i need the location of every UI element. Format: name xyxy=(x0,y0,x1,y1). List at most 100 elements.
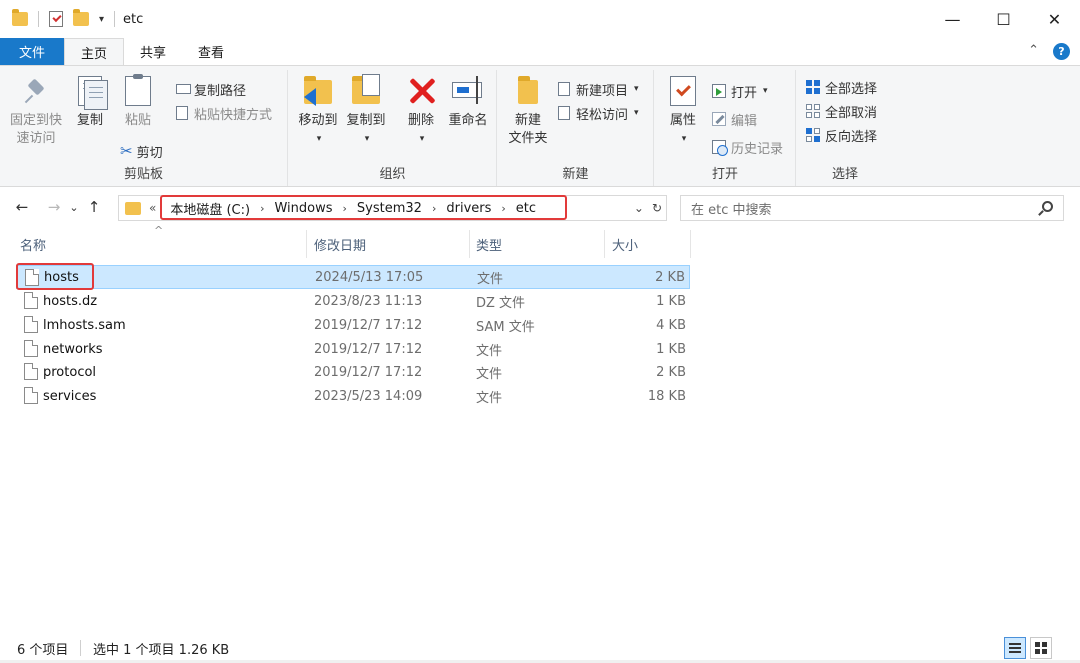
copy-path-icon xyxy=(174,81,191,97)
paste-button[interactable]: 粘贴 xyxy=(118,74,158,130)
file-row[interactable]: services 2023/5/23 14:09 文件 18 KB xyxy=(16,384,690,408)
back-arrow-icon[interactable]: ← xyxy=(10,198,34,216)
file-icon xyxy=(24,363,38,380)
scissors-icon: ✂ xyxy=(120,142,133,160)
copy-path-button[interactable]: 复制路径 xyxy=(174,78,246,100)
clipboard-group: 固定到快 速访问 复制 粘贴 复制路径 粘贴快捷方式 ✂ 剪切 剪贴板 xyxy=(0,70,288,186)
customize-qat-dropdown-icon[interactable]: ▾ xyxy=(99,14,104,25)
search-input[interactable]: 在 etc 中搜索 xyxy=(680,195,1064,221)
new-item-button[interactable]: 新建项目 ▾ xyxy=(556,78,639,100)
history-icon xyxy=(711,139,728,156)
window-title: etc xyxy=(123,11,144,27)
cut-button[interactable]: ✂ 剪切 xyxy=(120,140,163,162)
invert-selection-button[interactable]: 反向选择 xyxy=(805,124,877,146)
paste-shortcut-button[interactable]: 粘贴快捷方式 xyxy=(174,102,272,124)
maximize-button[interactable]: ☐ xyxy=(978,0,1029,38)
file-icon xyxy=(24,340,38,357)
address-overflow[interactable]: « xyxy=(149,201,156,215)
edit-button[interactable]: 编辑 xyxy=(711,108,757,130)
invert-selection-icon xyxy=(805,127,821,143)
file-row[interactable]: protocol 2019/12/7 17:12 文件 2 KB xyxy=(16,360,690,384)
address-history-chevron-icon[interactable]: ⌄ xyxy=(634,201,644,215)
rename-button[interactable]: 重命名 xyxy=(445,74,491,130)
file-row[interactable]: lmhosts.sam 2019/12/7 17:12 SAM 文件 4 KB xyxy=(16,313,690,337)
tab-home[interactable]: 主页 xyxy=(64,38,125,65)
select-all-icon xyxy=(805,79,821,95)
easy-access-button[interactable]: 轻松访问 ▾ xyxy=(556,102,639,124)
file-size: 2 KB xyxy=(656,364,686,380)
move-to-button[interactable]: 移动到 ▾ xyxy=(295,74,341,148)
file-row[interactable]: networks 2019/12/7 17:12 文件 1 KB xyxy=(16,337,690,361)
edit-label: 编辑 xyxy=(731,113,758,129)
file-name: lmhosts.sam xyxy=(43,317,126,333)
select-all-button[interactable]: 全部选择 xyxy=(805,76,877,98)
file-size: 18 KB xyxy=(647,388,686,404)
open-button[interactable]: 打开 ▾ xyxy=(711,80,768,102)
history-button[interactable]: 历史记录 xyxy=(711,136,783,158)
properties-icon[interactable] xyxy=(49,11,63,27)
file-icon xyxy=(24,316,38,333)
file-modified: 2019/12/7 17:12 xyxy=(314,341,423,357)
collapse-ribbon-icon[interactable]: ⌃ xyxy=(1028,43,1039,60)
copy-icon xyxy=(74,74,108,110)
tab-share[interactable]: 共享 xyxy=(124,38,182,65)
details-view-icon[interactable] xyxy=(1004,637,1026,659)
file-modified: 2024/5/13 17:05 xyxy=(315,269,424,285)
column-header-modified[interactable]: 修改日期 xyxy=(314,230,366,258)
new-folder-label-line2: 文件夹 xyxy=(508,131,548,146)
chevron-down-icon: ▾ xyxy=(419,134,425,144)
hosts-highlight-box xyxy=(16,263,94,290)
file-name: services xyxy=(43,388,97,404)
forward-arrow-icon[interactable]: → xyxy=(42,198,66,216)
copy-to-button[interactable]: 复制到 ▾ xyxy=(343,74,389,148)
new-item-icon xyxy=(556,81,572,97)
chevron-down-icon: ▾ xyxy=(316,134,322,144)
file-row[interactable]: hosts.dz 2023/8/23 11:13 DZ 文件 1 KB xyxy=(16,289,690,313)
file-name: hosts.dz xyxy=(43,293,98,309)
open-group-label: 打开 xyxy=(711,167,738,182)
column-header-size[interactable]: 大小 xyxy=(612,230,638,258)
copy-label: 复制 xyxy=(76,113,103,128)
close-button[interactable]: ✕ xyxy=(1029,0,1080,38)
up-arrow-icon[interactable]: ↑ xyxy=(82,198,106,216)
file-type: 文件 xyxy=(477,271,504,287)
chevron-down-icon: ▾ xyxy=(634,108,639,118)
file-row[interactable]: hosts 2024/5/13 17:05 文件 2 KB xyxy=(16,265,690,289)
select-none-icon xyxy=(805,103,821,119)
rename-icon xyxy=(452,74,484,108)
column-divider[interactable] xyxy=(469,230,470,258)
sort-ascending-icon: ^ xyxy=(154,224,164,237)
column-divider[interactable] xyxy=(306,230,307,258)
file-name: protocol xyxy=(43,364,97,380)
column-header-name[interactable]: 名称 xyxy=(20,230,46,258)
column-divider[interactable] xyxy=(690,230,691,258)
column-divider[interactable] xyxy=(604,230,605,258)
pin-to-quick-access-button[interactable]: 固定到快 速访问 xyxy=(8,74,64,148)
minimize-button[interactable]: — xyxy=(927,0,978,38)
select-group-label: 选择 xyxy=(831,167,858,182)
new-folder-button[interactable]: 新建 文件夹 xyxy=(504,74,552,148)
copy-button[interactable]: 复制 xyxy=(70,74,110,130)
help-icon[interactable]: ? xyxy=(1053,43,1070,60)
pin-icon xyxy=(25,80,47,102)
delete-button[interactable]: 删除 ▾ xyxy=(403,74,439,148)
new-folder-icon[interactable] xyxy=(73,9,89,26)
cut-label: 剪切 xyxy=(136,145,163,161)
select-none-button[interactable]: 全部取消 xyxy=(805,100,877,122)
column-header-type[interactable]: 类型 xyxy=(476,230,502,258)
tab-file[interactable]: 文件 xyxy=(0,38,64,65)
copy-to-label: 复制到 xyxy=(346,113,386,128)
open-icon xyxy=(711,83,727,99)
recent-locations-chevron-icon[interactable]: ⌄ xyxy=(66,201,82,214)
properties-button[interactable]: 属性 ▾ xyxy=(663,74,703,148)
refresh-icon[interactable]: ↻ xyxy=(652,201,662,215)
move-to-label: 移动到 xyxy=(298,113,338,128)
address-highlight-box xyxy=(160,195,567,220)
tab-view[interactable]: 查看 xyxy=(182,38,240,65)
properties-icon xyxy=(667,74,699,108)
search-placeholder: 在 etc 中搜索 xyxy=(691,202,772,218)
new-folder-icon xyxy=(512,74,544,108)
invert-selection-label: 反向选择 xyxy=(825,129,878,145)
large-icons-view-icon[interactable] xyxy=(1030,637,1052,659)
organize-group: 移动到 ▾ 复制到 ▾ 删除 ▾ 重命名 组织 xyxy=(289,70,497,186)
